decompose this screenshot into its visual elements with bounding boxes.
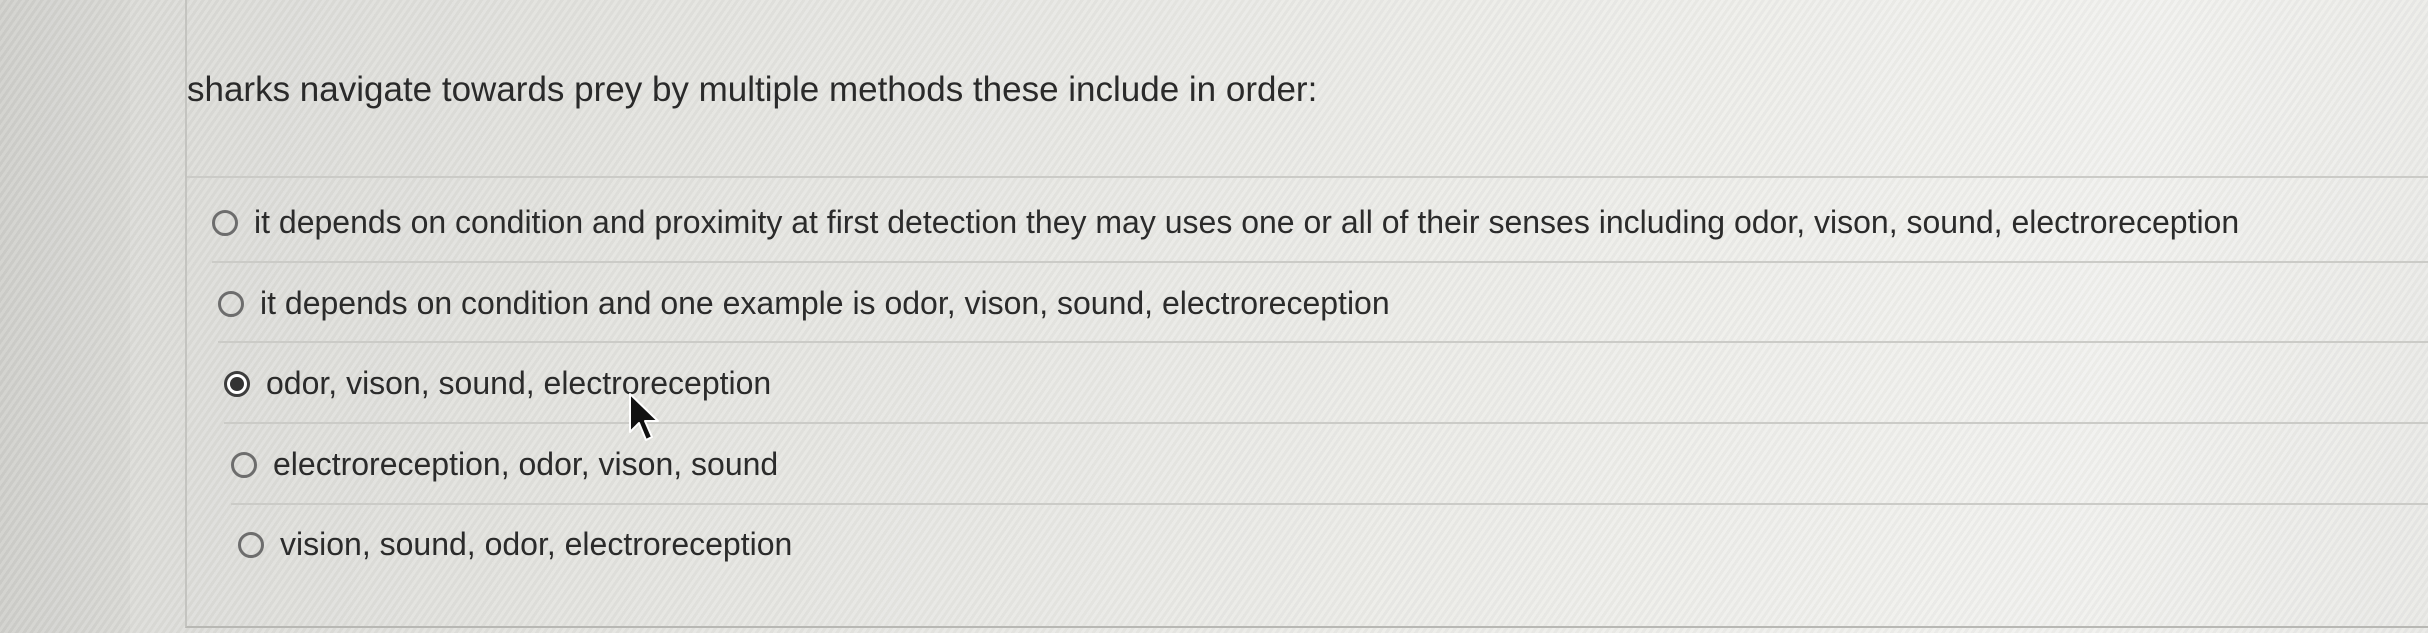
mouse-pointer-icon bbox=[629, 393, 659, 441]
divider bbox=[231, 503, 2428, 505]
question-text: sharks navigate towards prey by multiple… bbox=[187, 70, 1318, 109]
radio-button-icon[interactable] bbox=[218, 290, 244, 317]
answer-option-2[interactable]: it depends on condition and one example … bbox=[218, 285, 1390, 322]
left-margin bbox=[0, 0, 130, 633]
radio-button-icon[interactable] bbox=[238, 531, 264, 558]
answer-option-5[interactable]: vision, sound, odor, electroreception bbox=[238, 526, 792, 563]
divider bbox=[224, 422, 2428, 424]
screen: sharks navigate towards prey by multiple… bbox=[0, 0, 2428, 633]
answer-option-4[interactable]: electroreception, odor, vison, sound bbox=[231, 446, 778, 483]
radio-button-icon[interactable] bbox=[231, 451, 257, 478]
radio-button-selected-icon[interactable] bbox=[224, 370, 250, 397]
answer-option-1[interactable]: it depends on condition and proximity at… bbox=[212, 204, 2239, 241]
answer-option-label: it depends on condition and proximity at… bbox=[254, 204, 2240, 240]
radio-button-icon[interactable] bbox=[212, 209, 238, 236]
question-card: sharks navigate towards prey by multiple… bbox=[185, 0, 2428, 628]
answer-option-label: odor, vison, sound, electroreception bbox=[266, 365, 772, 401]
answer-option-label: vision, sound, odor, electroreception bbox=[280, 526, 793, 562]
divider bbox=[187, 176, 2428, 178]
divider bbox=[218, 341, 2428, 343]
answer-option-label: electroreception, odor, vison, sound bbox=[273, 446, 779, 482]
divider bbox=[212, 261, 2428, 263]
answer-option-label: it depends on condition and one example … bbox=[260, 285, 1390, 321]
answer-option-3[interactable]: odor, vison, sound, electroreception bbox=[224, 365, 771, 402]
